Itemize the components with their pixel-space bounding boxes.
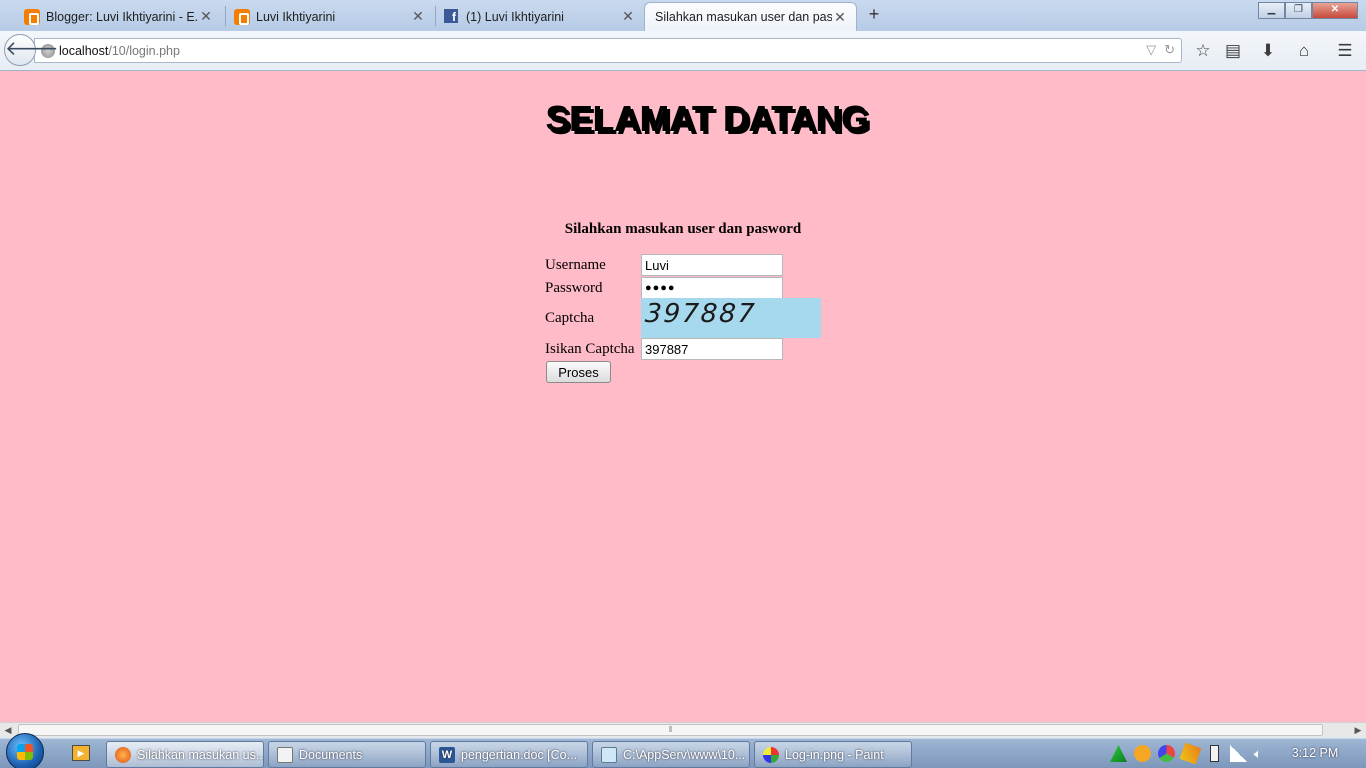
taskbar-item-label: Log-in.png - Paint — [785, 747, 884, 762]
taskbar-item-label: pengertian.doc [Co... — [461, 747, 578, 762]
media-player-icon[interactable]: ▶ — [72, 745, 90, 761]
blogger-icon — [234, 9, 250, 25]
network-status-icon[interactable] — [1110, 745, 1127, 762]
tab-login-active[interactable]: Silahkan masukan user dan pas... ✕ — [644, 2, 857, 31]
windows-taskbar: ▶ Silahkan masukan us... Documents W pen… — [0, 733, 1366, 768]
scrollbar-thumb[interactable]: ⦀ — [18, 724, 1323, 736]
volume-icon[interactable]: 🔈︎ — [1254, 745, 1271, 762]
back-button[interactable]: 🡐 — [4, 34, 59, 66]
tab-title: Luvi Ikhtiyarini — [256, 9, 336, 24]
captcha-input-row: Isikan Captcha — [545, 338, 783, 360]
password-label: Password — [545, 279, 603, 296]
horizontal-scrollbar[interactable]: ◀ ⦀ ▶ — [0, 722, 1366, 737]
captcha-image: 397887 — [641, 298, 821, 338]
signal-icon[interactable] — [1230, 745, 1247, 762]
tab-title: Silahkan masukan user dan pas... — [655, 10, 832, 24]
reload-icon[interactable]: ↻ — [1164, 42, 1175, 58]
taskbar-item-label: C:\AppServ\www\10... — [623, 747, 746, 762]
captcha-image-text: 397887 — [643, 299, 758, 329]
arrow-left-icon: 🡐 — [5, 38, 59, 60]
new-tab-button[interactable]: + — [864, 4, 884, 26]
firefox-icon — [115, 746, 131, 763]
tab-facebook[interactable]: f (1) Luvi Ikhtiyarini ✕ — [436, 2, 644, 31]
tab-close-icon[interactable]: ✕ — [620, 8, 636, 25]
form-title: Silahkan masukan user dan pasword — [564, 221, 802, 237]
home-icon[interactable]: ⌂ — [1293, 40, 1315, 62]
blogger-icon — [24, 9, 40, 25]
taskbar-item-documents[interactable]: Documents — [268, 741, 426, 768]
tab-title: (1) Luvi Ikhtiyarini — [466, 9, 564, 24]
scroll-right-icon[interactable]: ▶ — [1350, 723, 1366, 737]
taskbar-item-label: Silahkan masukan us... — [137, 747, 264, 762]
captcha-row: Captcha 397887 — [545, 298, 821, 338]
browser-tab-bar: Blogger: Luvi Ikhtiyarini - E... ✕ Luvi … — [0, 0, 1366, 31]
password-input[interactable]: ●●●● — [641, 277, 783, 299]
tab-close-icon[interactable]: ✕ — [198, 8, 214, 25]
word-icon: W — [439, 746, 455, 763]
minimize-button[interactable]: ▁ — [1258, 2, 1285, 19]
app-tray-icon[interactable] — [1158, 745, 1175, 762]
url-path: /10/login.php — [108, 43, 180, 58]
captcha-label: Captcha — [545, 309, 595, 326]
page-heading: SELAMAT DATANG — [545, 98, 869, 139]
taskbar-item-word[interactable]: W pengertian.doc [Co... — [430, 741, 588, 768]
reading-list-icon[interactable]: ▤ — [1222, 40, 1244, 62]
username-input[interactable] — [641, 254, 783, 276]
taskbar-item-paint[interactable]: Log-in.png - Paint — [754, 741, 912, 768]
tab-title: Blogger: Luvi Ikhtiyarini - E... — [46, 9, 198, 24]
battery-icon[interactable] — [1210, 745, 1219, 762]
system-tray: 🔈︎ — [1110, 742, 1271, 765]
browser-navigation-bar: localhost/10/login.php ▽ ↻ 🡐 ☆ ▤ ⬇ ⌂ ☰ — [0, 31, 1366, 71]
tab-blogger-blog[interactable]: Luvi Ikhtiyarini ✕ — [226, 2, 434, 31]
close-window-button[interactable]: ✕ — [1312, 2, 1358, 19]
captcha-input[interactable] — [641, 338, 783, 360]
downloads-icon[interactable]: ⬇ — [1257, 40, 1279, 62]
tab-blogger-dashboard[interactable]: Blogger: Luvi Ikhtiyarini - E... ✕ — [0, 2, 222, 31]
start-button[interactable] — [6, 733, 44, 768]
history-dropdown-icon[interactable]: ▽ — [1146, 42, 1156, 58]
menu-icon[interactable]: ☰ — [1334, 40, 1356, 62]
taskbar-item-label: Documents — [299, 747, 363, 762]
avast-icon[interactable] — [1134, 745, 1151, 762]
username-row: Username — [545, 254, 783, 276]
captcha-input-label: Isikan Captcha — [545, 340, 635, 357]
password-row: Password ●●●● — [545, 277, 783, 299]
paint-icon — [763, 746, 779, 763]
tab-close-icon[interactable]: ✕ — [410, 8, 426, 25]
system-clock[interactable]: 3:12 PM — [1280, 746, 1350, 760]
taskbar-item-firefox[interactable]: Silahkan masukan us... — [106, 741, 264, 768]
pen-tray-icon[interactable] — [1179, 742, 1202, 765]
bookmark-star-icon[interactable]: ☆ — [1192, 40, 1214, 62]
username-label: Username — [545, 256, 606, 273]
url-bar[interactable]: localhost/10/login.php ▽ ↻ — [34, 38, 1182, 63]
tab-close-icon[interactable]: ✕ — [832, 9, 848, 26]
scroll-left-icon[interactable]: ◀ — [0, 723, 16, 737]
folder-icon — [277, 746, 293, 763]
facebook-icon: f — [444, 9, 458, 24]
taskbar-item-notepad[interactable]: C:\AppServ\www\10... — [592, 741, 750, 768]
proses-button[interactable]: Proses — [546, 361, 611, 383]
url-host: localhost — [59, 43, 109, 58]
notepad-icon — [601, 746, 617, 763]
window-controls: ▁ ❐ ✕ — [1258, 2, 1358, 19]
maximize-button[interactable]: ❐ — [1285, 2, 1312, 19]
page-viewport: SELAMAT DATANG Silahkan masukan user dan… — [0, 71, 1366, 722]
